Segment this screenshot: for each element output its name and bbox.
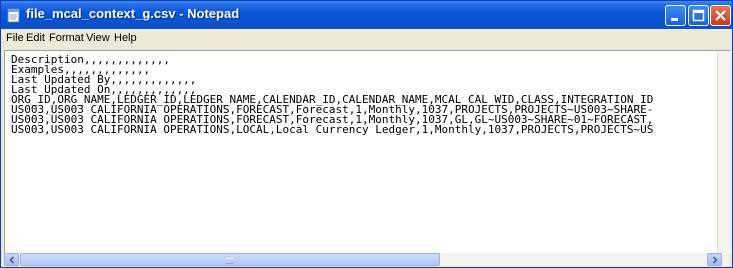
vertical-scrollbar[interactable] <box>717 51 731 254</box>
maximize-button[interactable] <box>688 5 709 26</box>
close-button[interactable] <box>710 5 731 26</box>
menu-format[interactable]: Format <box>49 32 84 44</box>
menu-file[interactable]: File <box>6 32 24 44</box>
notepad-window: file_mcal_context_g.csv - Notepad File E… <box>0 0 733 268</box>
chevron-left-icon <box>9 256 15 264</box>
maximize-icon <box>692 9 705 22</box>
editor-text[interactable]: Description,,,,,,,,,,,,, Examples,,,,,,,… <box>11 55 713 251</box>
scroll-grip <box>226 258 234 264</box>
menu-help[interactable]: Help <box>114 32 137 44</box>
notepad-icon <box>7 7 21 23</box>
window-title: file_mcal_context_g.csv - Notepad <box>26 6 240 21</box>
menu-edit[interactable]: Edit <box>26 32 45 44</box>
title-bar[interactable]: file_mcal_context_g.csv - Notepad <box>1 1 732 29</box>
scroll-right-button[interactable] <box>707 253 722 266</box>
text-line: US003,US003 CALIFORNIA OPERATIONS,LOCAL,… <box>11 123 654 136</box>
menu-bar: File Edit Format View Help <box>1 29 732 48</box>
minimize-button[interactable] <box>665 5 686 26</box>
scrollbar-thumb[interactable] <box>20 253 440 266</box>
scroll-left-button[interactable] <box>4 253 19 266</box>
horizontal-scrollbar[interactable] <box>4 253 729 266</box>
chevron-right-icon <box>712 256 718 264</box>
minimize-icon <box>671 18 678 21</box>
menu-view[interactable]: View <box>86 32 110 44</box>
close-icon <box>715 10 726 21</box>
text-editor[interactable]: Description,,,,,,,,,,,,, Examples,,,,,,,… <box>4 50 731 254</box>
